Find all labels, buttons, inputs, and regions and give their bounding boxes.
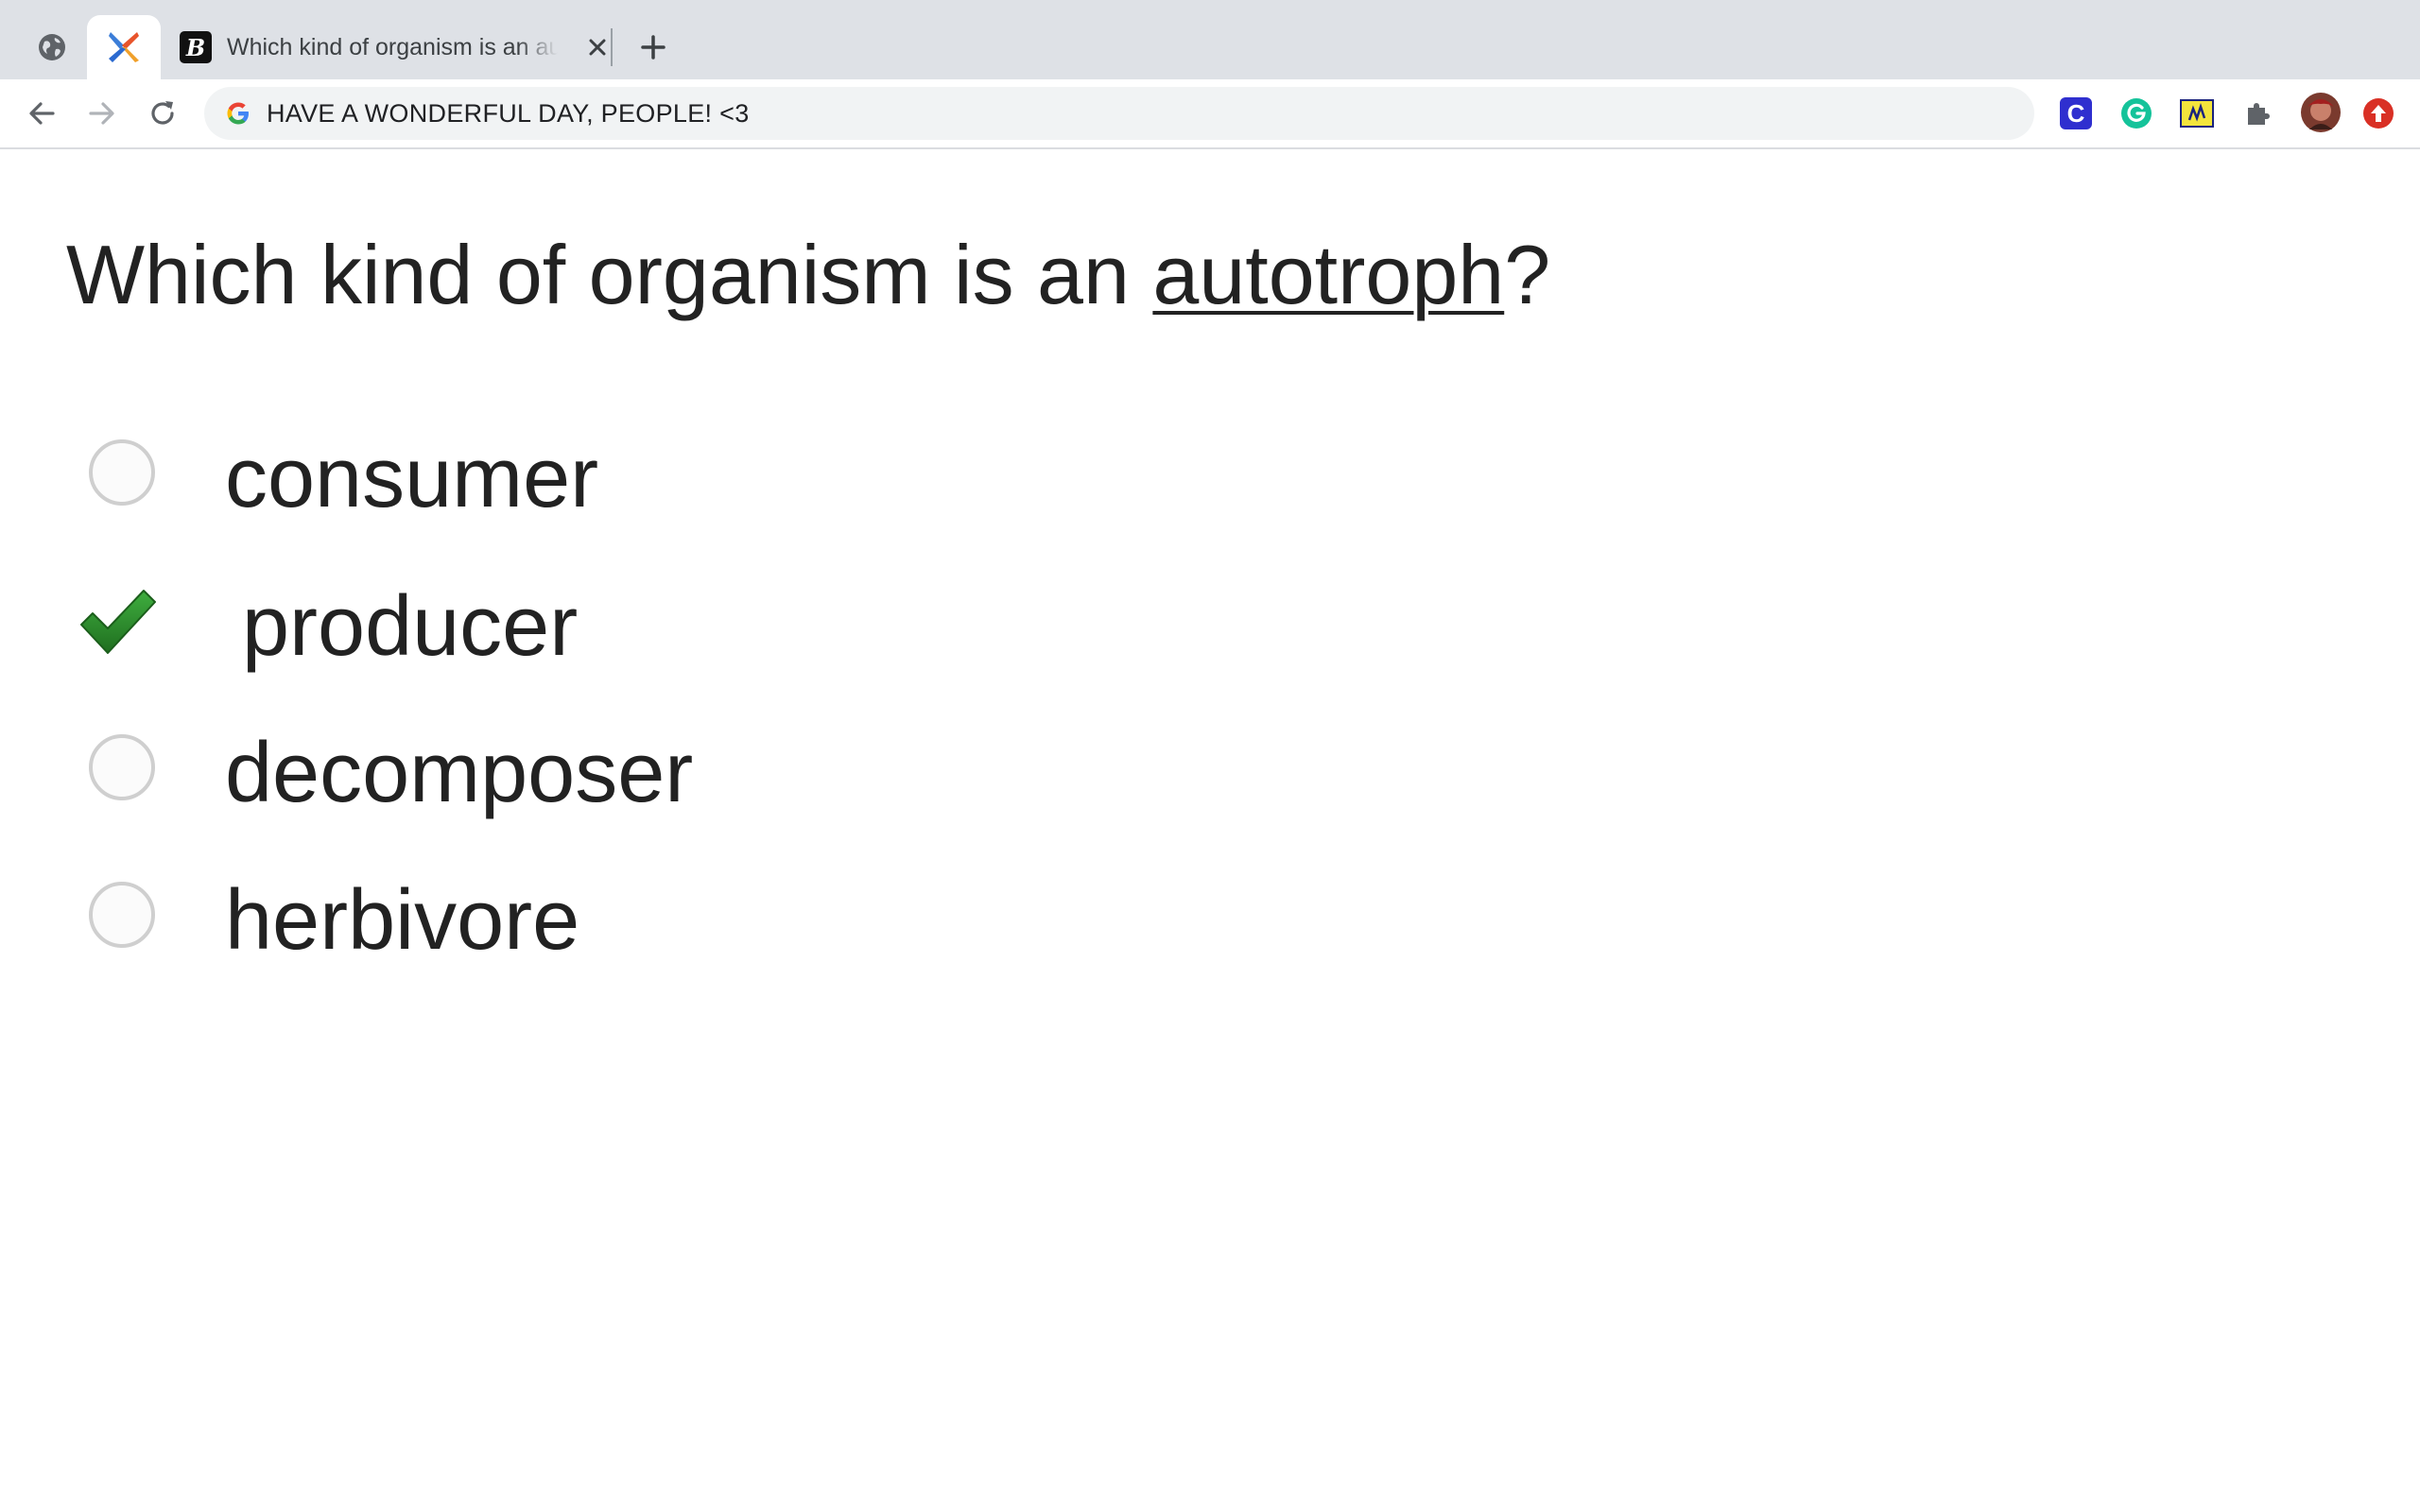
- page: B Which kind of organism is an autotroph…: [0, 0, 2420, 1512]
- reload-icon: [151, 101, 174, 125]
- puzzle-icon[interactable]: [2240, 96, 2274, 130]
- grammarly-icon[interactable]: [2119, 96, 2153, 130]
- close-icon[interactable]: [580, 30, 614, 64]
- radio-button[interactable]: [89, 882, 155, 948]
- choice-label: consumer: [225, 431, 599, 525]
- choice-herbivore[interactable]: herbivore: [76, 864, 1021, 977]
- google-icon: [225, 100, 251, 127]
- reload-button[interactable]: [144, 94, 182, 132]
- new-tab-button[interactable]: [631, 26, 675, 69]
- update-icon[interactable]: [2361, 96, 2395, 130]
- address-bar-text: HAVE A WONDERFUL DAY, PEOPLE! <3: [267, 99, 750, 128]
- choice-decomposer[interactable]: decomposer: [76, 716, 1021, 830]
- tab-separator: [611, 28, 613, 66]
- toolbar: HAVE A WONDERFUL DAY, PEOPLE! <3 C: [0, 79, 2420, 149]
- choice-label: decomposer: [225, 726, 694, 820]
- checkmark-icon: [80, 590, 156, 654]
- choice-producer[interactable]: producer: [76, 570, 1021, 683]
- x-logo-icon: [109, 32, 139, 62]
- back-arrow-icon: [29, 102, 55, 125]
- avatar[interactable]: [2299, 91, 2342, 134]
- tab-strip: B Which kind of organism is an autotroph…: [0, 0, 2420, 79]
- b-logo-icon: B: [180, 31, 212, 63]
- globe-icon: [39, 34, 65, 60]
- plus-icon: [641, 35, 666, 60]
- question-suffix: ?: [1504, 228, 1551, 321]
- forward-button[interactable]: [83, 94, 121, 132]
- c-extension-letter: C: [2060, 97, 2092, 129]
- question-text: Which kind of organism is an autotroph?: [66, 223, 1550, 327]
- pinned-tab-globe[interactable]: [15, 15, 89, 79]
- tab-title: Which kind of organism is an autotroph?: [227, 33, 558, 60]
- forward-arrow-icon: [89, 102, 114, 125]
- radio-button[interactable]: [89, 439, 155, 506]
- radio-button[interactable]: [89, 734, 155, 800]
- tab-question[interactable]: B Which kind of organism is an autotroph…: [161, 15, 614, 79]
- notes-extension-icon[interactable]: [2180, 96, 2214, 130]
- choice-consumer[interactable]: consumer: [76, 421, 1021, 535]
- choice-label: producer: [242, 579, 579, 674]
- choice-label: herbivore: [225, 873, 580, 968]
- back-button[interactable]: [23, 94, 60, 132]
- c-extension-icon[interactable]: C: [2059, 96, 2093, 130]
- question-term: autotroph: [1152, 228, 1505, 321]
- address-bar[interactable]: HAVE A WONDERFUL DAY, PEOPLE! <3: [204, 87, 2034, 140]
- question-prefix: Which kind of organism is an: [66, 228, 1153, 321]
- pinned-tab-x[interactable]: [87, 15, 161, 79]
